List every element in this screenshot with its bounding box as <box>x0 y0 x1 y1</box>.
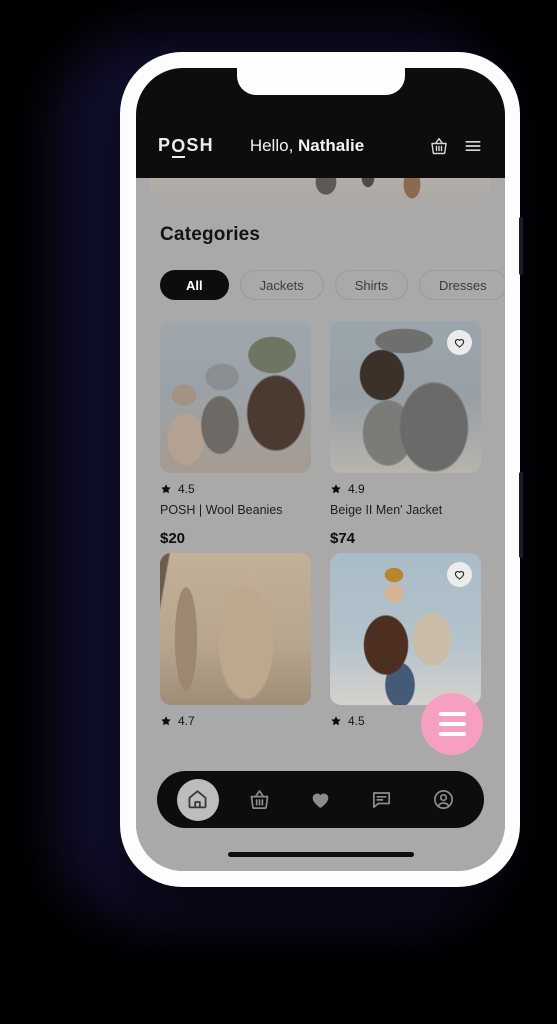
volume-button[interactable] <box>519 472 523 558</box>
category-chip-all[interactable]: All <box>160 270 229 300</box>
logo-text-after: SH <box>186 135 214 155</box>
hamburger-menu-icon[interactable] <box>463 136 483 156</box>
nav-item-profile[interactable] <box>422 779 464 821</box>
phone-screen: P O SH Hello, Nathalie Categories All Ja… <box>136 68 505 871</box>
logo-o-letter: O <box>171 135 187 156</box>
product-card[interactable]: 4.7 <box>160 553 311 728</box>
star-icon <box>161 484 171 494</box>
nav-item-messages[interactable] <box>361 779 403 821</box>
star-icon <box>161 716 171 726</box>
profile-icon <box>433 790 453 809</box>
nav-item-favorites[interactable] <box>299 779 341 821</box>
product-image[interactable] <box>160 321 311 473</box>
logo-text-before: P <box>158 135 172 155</box>
fab-line <box>438 712 466 716</box>
logo-o-mark: O <box>171 135 187 158</box>
phone-device: P O SH Hello, Nathalie Categories All Ja… <box>120 52 523 887</box>
nav-item-home[interactable] <box>176 778 219 821</box>
favorite-heart-icon[interactable] <box>447 330 472 355</box>
hero-banner-image[interactable] <box>150 178 491 206</box>
category-chip-jackets[interactable]: Jackets <box>239 270 324 300</box>
product-price: $20 <box>160 530 186 547</box>
basket-icon[interactable] <box>429 136 449 156</box>
category-chip-dresses[interactable]: Dresses <box>418 270 505 300</box>
product-image[interactable] <box>160 553 311 705</box>
logo-underline <box>172 155 186 158</box>
chat-icon <box>373 792 391 809</box>
greeting-text: Hello, Nathalie <box>250 136 415 156</box>
rating-value: 4.5 <box>348 714 365 728</box>
category-chip-row[interactable]: All Jackets Shirts Dresses <box>136 246 505 300</box>
home-indicator <box>227 852 414 857</box>
scene: P O SH Hello, Nathalie Categories All Ja… <box>0 0 557 1024</box>
category-chip-shirts[interactable]: Shirts <box>334 270 408 300</box>
product-rating: 4.5 <box>160 473 311 496</box>
basket-icon <box>250 790 268 809</box>
product-image[interactable] <box>330 553 481 705</box>
product-image[interactable] <box>330 321 481 473</box>
rating-value: 4.7 <box>178 714 195 728</box>
star-icon <box>331 484 341 494</box>
favorite-heart-icon[interactable] <box>447 562 472 587</box>
bottom-navigation-bar <box>157 771 484 828</box>
greeting-prefix: Hello, <box>249 136 299 155</box>
star-icon <box>331 716 341 726</box>
product-grid: 4.5 POSH | Wool Beanies $20 4.9 Beige II… <box>136 300 505 728</box>
rating-value: 4.5 <box>178 482 195 496</box>
heart-icon <box>312 793 329 808</box>
greeting-username: Nathalie <box>298 136 365 155</box>
product-name: POSH | Wool Beanies <box>160 503 283 517</box>
product-card[interactable]: 4.5 POSH | Wool Beanies $20 <box>160 321 311 547</box>
power-button[interactable] <box>519 217 523 275</box>
product-rating: 4.7 <box>160 705 311 728</box>
app-content[interactable]: Categories All Jackets Shirts Dresses 4.… <box>136 178 505 871</box>
floating-menu-button[interactable] <box>421 693 483 755</box>
product-artwork <box>160 321 311 473</box>
brand-logo: P O SH <box>158 135 214 158</box>
product-rating: 4.9 <box>330 473 481 496</box>
nav-item-cart[interactable] <box>238 779 280 821</box>
page-title: Categories <box>160 224 261 245</box>
product-price: $74 <box>330 530 356 547</box>
product-card[interactable]: 4.9 Beige II Men' Jacket $74 <box>330 321 481 547</box>
home-icon <box>188 790 207 809</box>
fab-line <box>438 722 466 726</box>
rating-value: 4.9 <box>348 482 365 496</box>
product-artwork <box>160 553 311 705</box>
phone-notch <box>236 68 405 95</box>
product-name: Beige II Men' Jacket <box>330 503 443 517</box>
fab-line <box>438 732 466 736</box>
